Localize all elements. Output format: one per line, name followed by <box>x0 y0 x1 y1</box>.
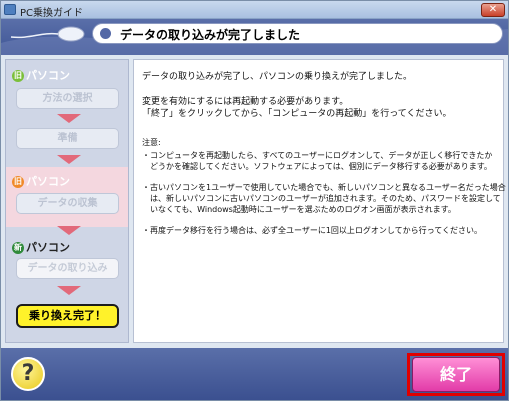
close-button[interactable]: ✕ <box>481 3 505 17</box>
end-button[interactable]: 終了 <box>412 357 500 392</box>
bullet-icon <box>100 28 111 39</box>
message-line: データの取り込みが完了し、パソコンの乗り換えが完了しました。 <box>142 72 413 82</box>
window-title: PC乗換ガイド <box>20 8 84 19</box>
page-title: データの取り込みが完了しました <box>120 28 301 42</box>
old-pc-collect-section: 旧パソコン データの収集 <box>6 167 128 227</box>
message-line: 変更を有効にするには再起動する必要があります。 <box>142 97 349 107</box>
note-line: いなくても、Windows起動時にユーザーを選ぶためのログオン画面が表示されます… <box>142 205 456 214</box>
step-sidebar: 旧パソコン 方法の選択 準備 旧パソコン データの収集 新パソコン データの取り… <box>5 59 129 343</box>
note-line: ・古いパソコンを1ユーザーで使用していた場合でも、新しいパソコンと異なるユーザー… <box>142 183 506 192</box>
app-icon <box>4 4 16 15</box>
step-data-collect: データの収集 <box>16 193 119 214</box>
message-line: 「終了」をクリックしてから、「コンピュータの再起動」を行ってください。 <box>142 109 452 119</box>
arrow-down-icon <box>57 155 81 164</box>
help-icon[interactable]: ? <box>11 357 45 391</box>
note-line: ・再度データ移行を行う場合は、必ず全ユーザーに1回以上ログオンしてから行ってくだ… <box>142 226 483 235</box>
new-pc-text: パソコン <box>26 241 70 254</box>
note-line: ・コンピュータを再起動したら、すべてのユーザーにログオンして、データが正しく移行… <box>142 151 493 160</box>
message-panel: データの取り込みが完了し、パソコンの乗り換えが完了しました。 変更を有効にするに… <box>133 59 506 343</box>
old-pc-section: 旧パソコン 方法の選択 準備 <box>6 60 128 158</box>
title-bar: PC乗換ガイド ✕ <box>1 1 508 19</box>
new-pc-label: 新パソコン <box>12 239 70 255</box>
arrow-down-icon <box>57 226 81 235</box>
old-badge-icon: 旧 <box>12 176 24 188</box>
note-title: 注意: <box>142 138 161 147</box>
app-window: PC乗換ガイド ✕ データの取り込みが完了しました 旧パソコン 方法の選択 準備… <box>0 0 509 401</box>
step-prepare: 準備 <box>16 128 119 149</box>
migration-complete-label: 乗り換え完了！ <box>16 304 119 328</box>
new-badge-icon: 新 <box>12 242 24 254</box>
arrow-down-icon <box>57 114 81 123</box>
old-pc-text: パソコン <box>26 69 70 82</box>
old-badge-icon: 旧 <box>12 70 24 82</box>
old-pc-text-2: パソコン <box>26 175 70 188</box>
note-line: どうかを確認してください。ソフトウェアによっては、個別にデータ移行する必要があり… <box>142 162 492 171</box>
step-data-import: データの取り込み <box>16 258 119 279</box>
step-method-select: 方法の選択 <box>16 88 119 109</box>
old-pc-label-2: 旧パソコン <box>12 173 70 189</box>
arrow-down-icon <box>57 286 81 295</box>
old-pc-label: 旧パソコン <box>12 67 70 83</box>
note-line: は、新しいパソコンに古いパソコンのユーザーが追加されます。そのため、パスワードを… <box>142 194 501 203</box>
